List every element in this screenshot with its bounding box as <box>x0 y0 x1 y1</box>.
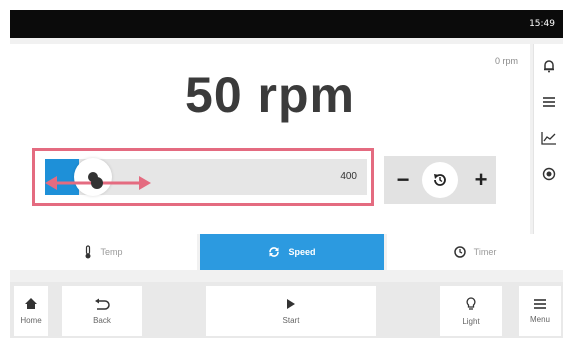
speed-panel: 0 rpm 50 rpm 400 − + <box>10 44 530 234</box>
play-icon <box>287 298 295 309</box>
thermometer-icon <box>84 245 92 259</box>
tab-temp-label: Temp <box>100 247 123 257</box>
speed-stepper: − + <box>384 156 496 204</box>
increase-button[interactable]: + <box>466 156 496 204</box>
tab-timer-label: Timer <box>473 247 497 257</box>
back-label: Back <box>93 315 111 325</box>
reset-button[interactable] <box>422 162 458 198</box>
menu-button[interactable]: Menu <box>519 286 561 336</box>
screen: 0 rpm 50 rpm 400 − + Temp Speed Timer Ho… <box>10 38 564 338</box>
home-button[interactable]: Home <box>14 286 48 336</box>
tab-timer[interactable]: Timer <box>387 234 563 270</box>
reset-icon <box>434 174 446 186</box>
record-button[interactable] <box>534 156 564 192</box>
list-icon <box>543 97 555 107</box>
tab-temp[interactable]: Temp <box>10 234 197 270</box>
tab-speed-label: Speed <box>288 247 316 257</box>
decrease-button[interactable]: − <box>388 156 418 204</box>
chart-icon <box>541 132 556 145</box>
list-button[interactable] <box>534 84 564 120</box>
tab-speed[interactable]: Speed <box>200 234 384 270</box>
clock-icon <box>453 246 466 258</box>
light-label: Light <box>462 316 480 326</box>
status-bar: 15:49 <box>10 10 563 38</box>
chart-button[interactable] <box>534 120 564 156</box>
back-icon <box>95 298 110 310</box>
refresh-icon <box>268 246 280 258</box>
back-button[interactable]: Back <box>62 286 142 336</box>
start-button[interactable]: Start <box>206 286 376 336</box>
mode-tabs: Temp Speed Timer <box>10 234 563 270</box>
actual-speed: 0 rpm <box>494 56 518 66</box>
bottom-bar: Home Back Start Light Menu <box>10 282 563 338</box>
record-icon <box>542 167 556 181</box>
status-time: 15:49 <box>529 19 555 29</box>
drag-arrow-icon <box>45 176 151 190</box>
bell-icon <box>544 60 554 73</box>
bell-button[interactable] <box>534 48 564 84</box>
start-label: Start <box>282 315 300 325</box>
side-toolbar <box>533 44 564 234</box>
light-button[interactable]: Light <box>440 286 502 336</box>
menu-label: Menu <box>529 314 550 324</box>
setpoint-speed: 50 rpm <box>185 67 355 123</box>
speed-slider-frame: 400 <box>32 148 374 206</box>
home-icon <box>25 298 37 309</box>
home-label: Home <box>20 316 42 325</box>
menu-icon <box>534 298 546 309</box>
lightbulb-icon <box>466 296 476 310</box>
